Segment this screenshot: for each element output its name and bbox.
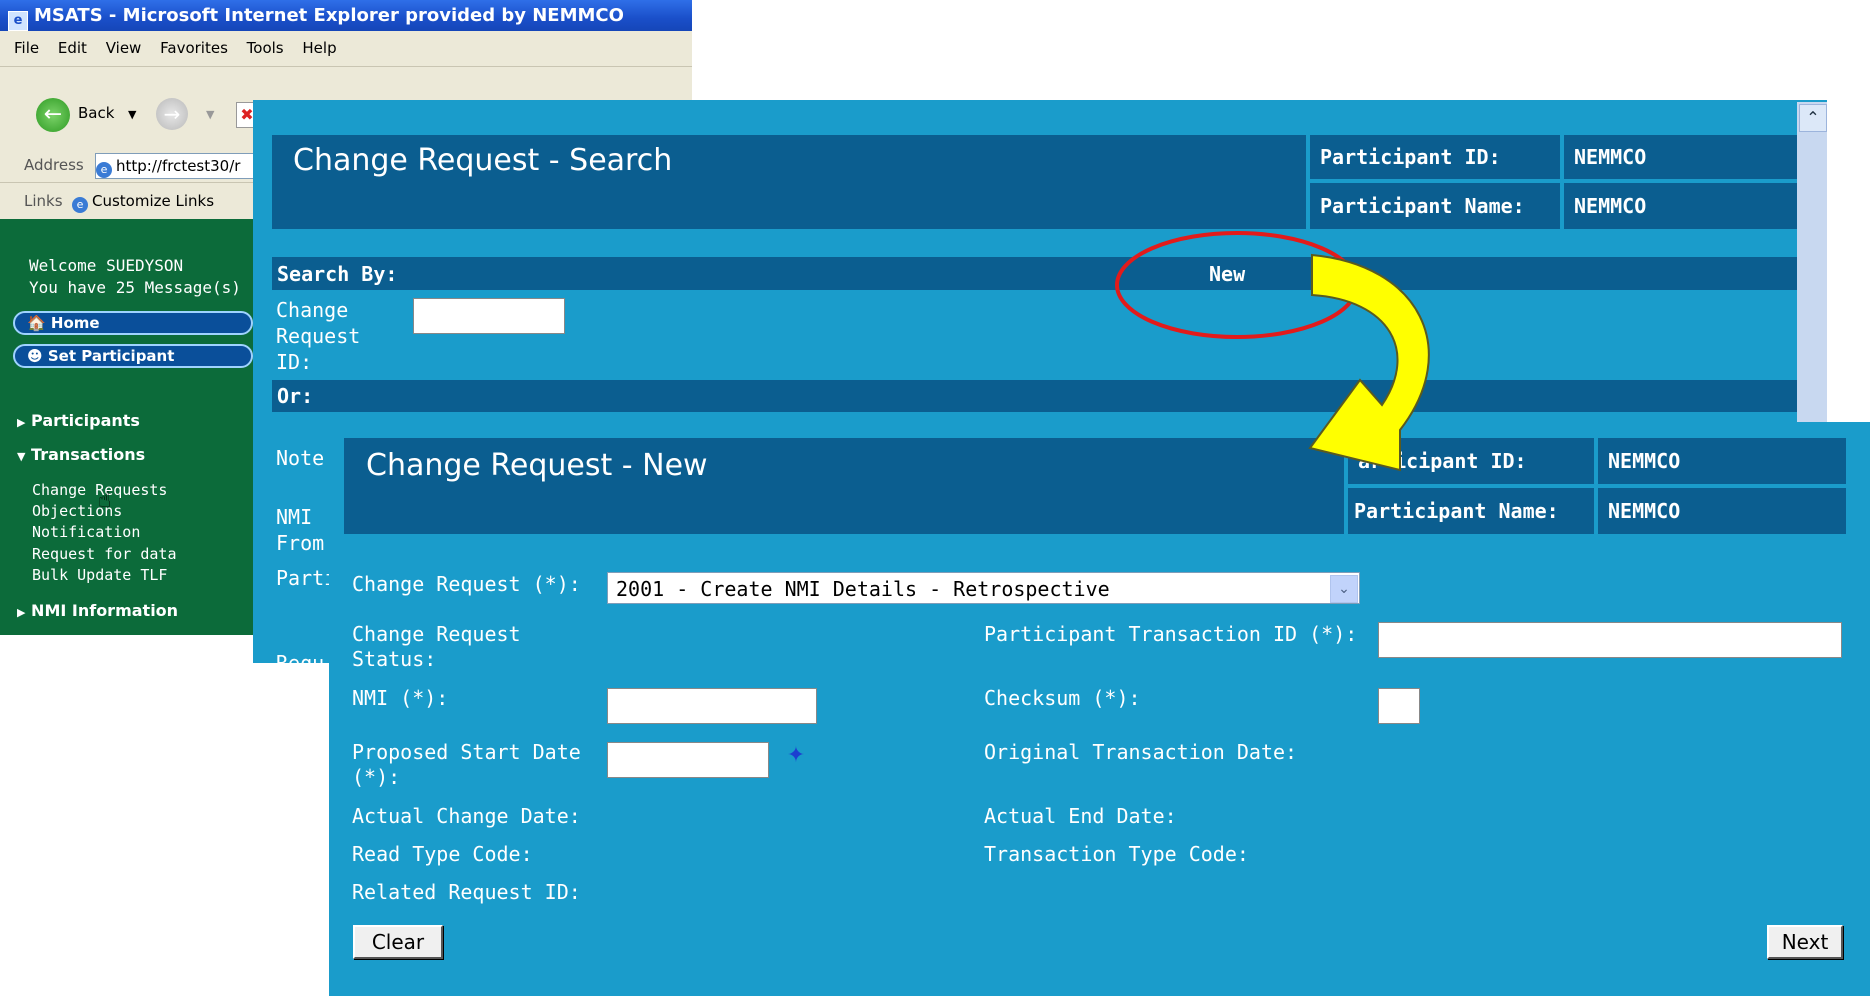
yellow-curved-arrow-icon xyxy=(1308,253,1430,472)
annotation-overlay xyxy=(1115,231,1430,472)
